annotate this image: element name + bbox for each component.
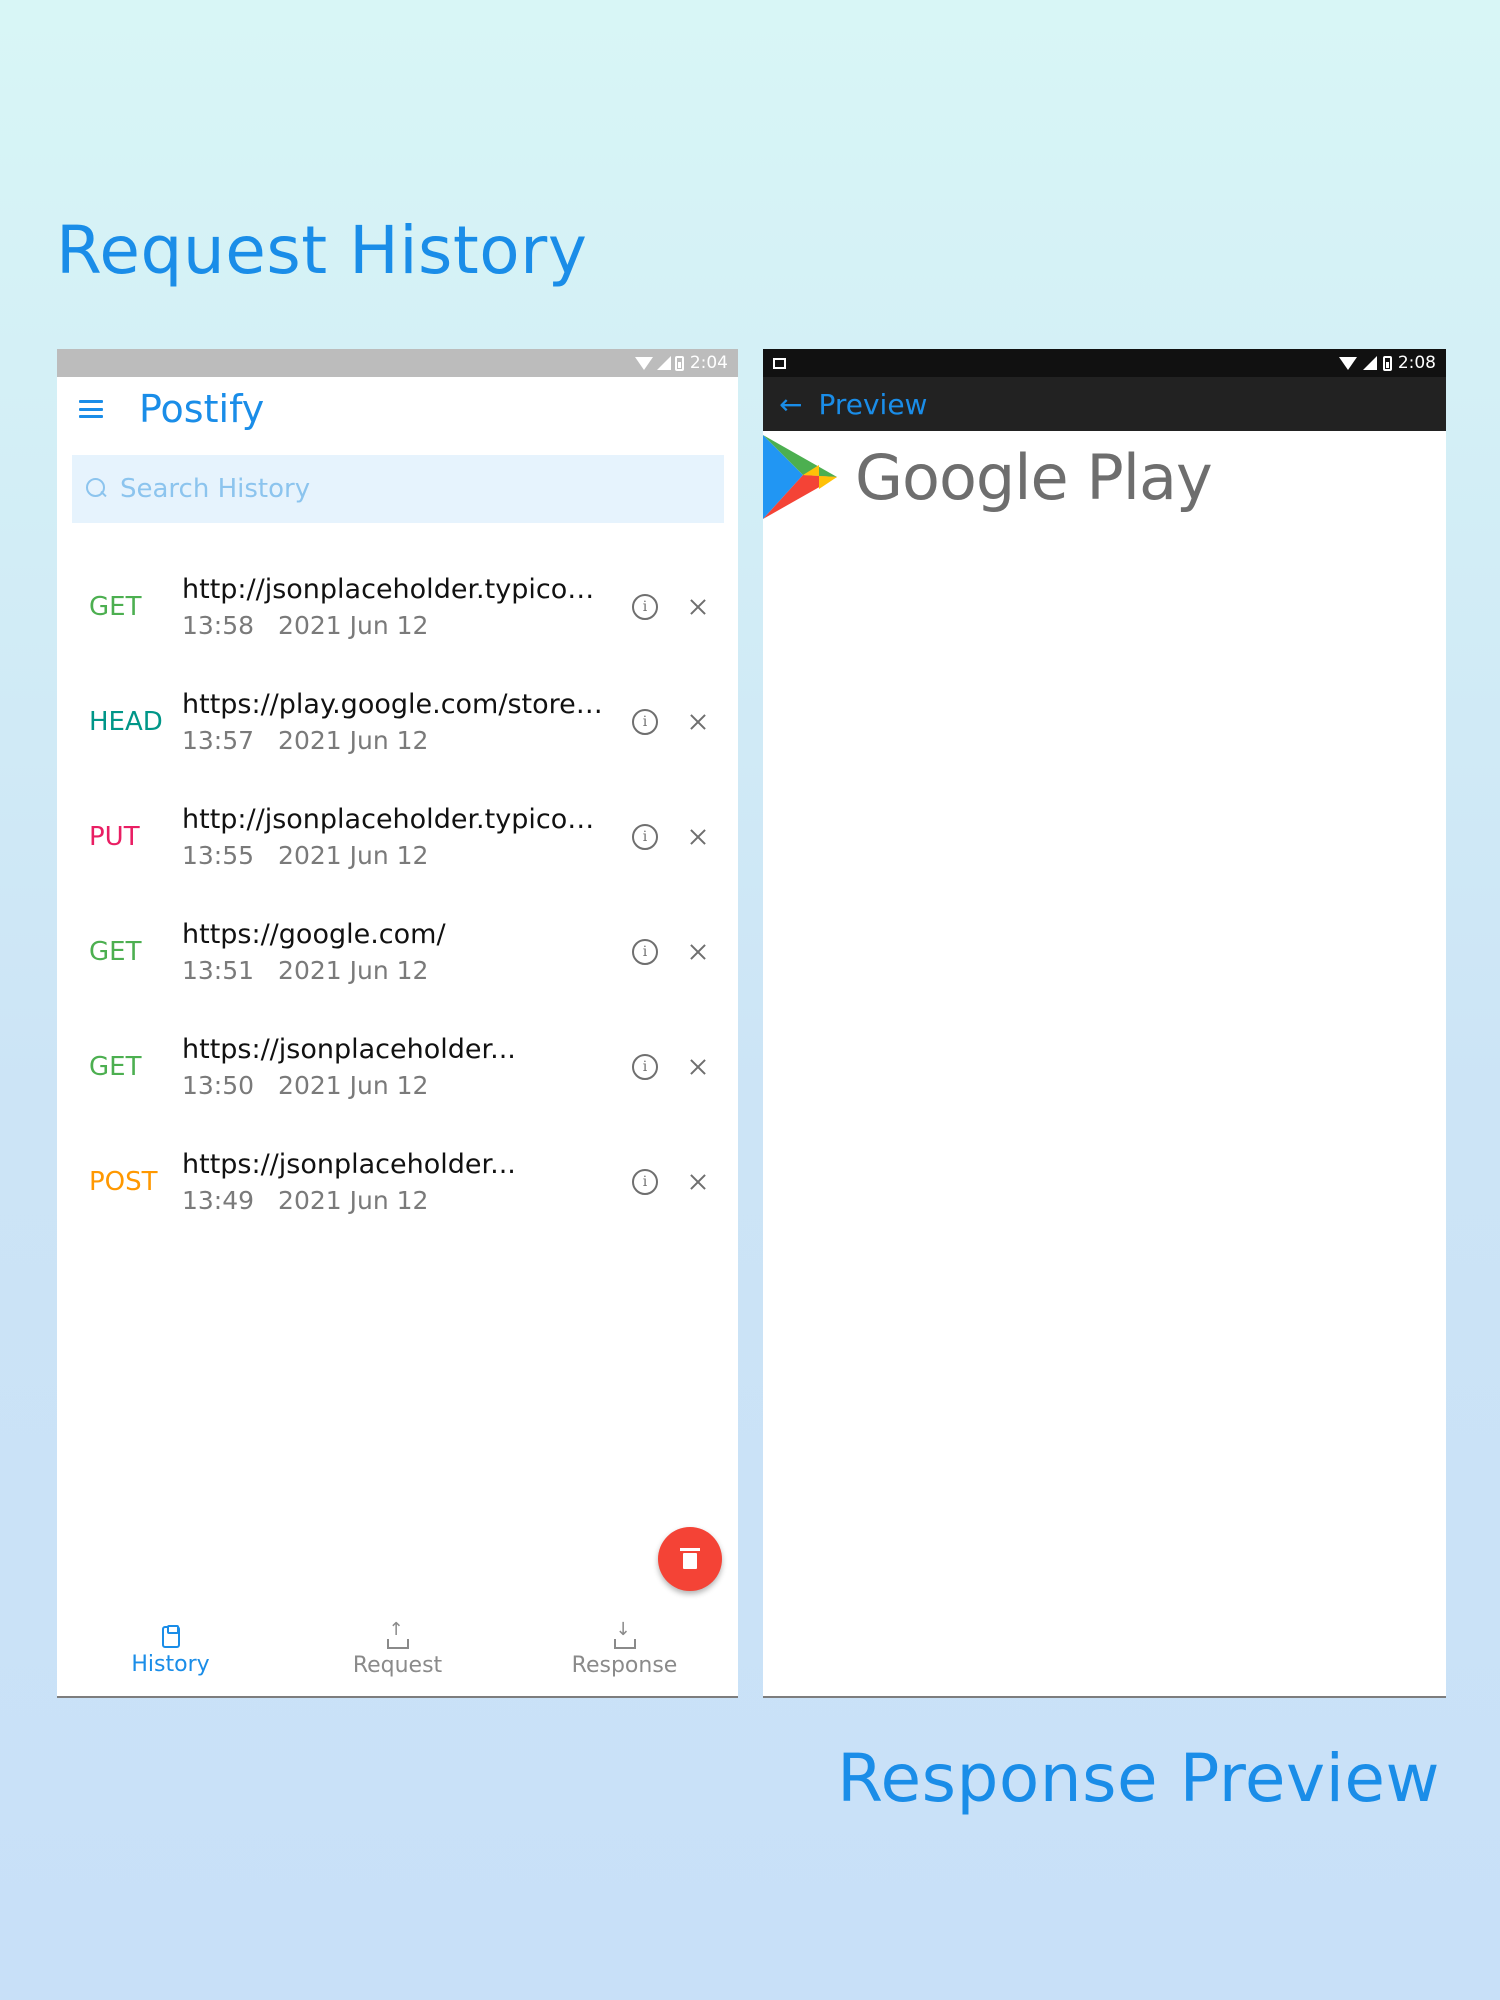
image-notification-icon — [773, 357, 786, 369]
wifi-icon — [1338, 356, 1357, 370]
signal-icon — [1362, 356, 1377, 370]
preview-app-bar: ← Preview — [763, 377, 1446, 431]
request-history-heading: Request History — [56, 212, 588, 289]
status-bar: 2:08 — [763, 349, 1446, 377]
info-icon[interactable]: i — [632, 1053, 658, 1080]
close-icon[interactable] — [687, 1056, 709, 1078]
request-url: https://google.com/ — [182, 918, 446, 950]
method-label: HEAD — [89, 706, 163, 737]
history-screen: 2:04 Postify GET http://jsonplaceholder.… — [57, 349, 738, 1698]
download-icon — [613, 1619, 636, 1649]
method-label: GET — [89, 591, 142, 622]
request-time: 13:51 — [182, 955, 255, 985]
history-list: GET http://jsonplaceholder.typicode.com/… — [57, 549, 738, 1239]
request-time: 13:55 — [182, 840, 255, 870]
status-bar: 2:04 — [57, 349, 738, 377]
back-arrow-icon[interactable]: ← — [779, 388, 802, 421]
nav-response[interactable]: Response — [511, 1606, 738, 1696]
app-title: Postify — [139, 387, 265, 431]
info-icon[interactable]: i — [632, 823, 658, 850]
search-input[interactable] — [120, 474, 660, 504]
history-item[interactable]: POST https://jsonplaceholder... 13:49 202… — [57, 1124, 738, 1239]
nav-label: Response — [571, 1652, 678, 1678]
history-item[interactable]: GET https://jsonplaceholder... 13:50 2021… — [57, 1009, 738, 1124]
request-url: https://play.google.com/store/apps — [182, 688, 610, 720]
nav-history[interactable]: History — [57, 1606, 284, 1696]
method-label: GET — [89, 1051, 142, 1082]
request-time: 13:58 — [182, 610, 255, 640]
request-time: 13:49 — [182, 1185, 255, 1215]
clear-history-button[interactable] — [658, 1527, 722, 1591]
app-bar: Postify — [57, 377, 738, 441]
request-date: 2021 Jun 12 — [278, 725, 429, 755]
history-item[interactable]: GET https://google.com/ 13:51 2021 Jun 12… — [57, 894, 738, 1009]
nav-label: Request — [352, 1652, 443, 1678]
status-time: 2:08 — [1397, 353, 1436, 373]
close-icon[interactable] — [687, 826, 709, 848]
close-icon[interactable] — [687, 1171, 709, 1193]
history-item[interactable]: PUT http://jsonplaceholder.typicode.com/… — [57, 779, 738, 894]
bottom-navigation: History Request Response — [57, 1606, 738, 1696]
google-play-wordmark: Google Play — [855, 440, 1213, 514]
upload-icon — [386, 1619, 409, 1649]
battery-icon — [1382, 355, 1392, 371]
close-icon[interactable] — [687, 941, 709, 963]
wifi-icon — [634, 356, 653, 370]
google-play-logo: Google Play — [763, 431, 1446, 519]
method-label: PUT — [89, 821, 140, 852]
signal-icon — [656, 356, 671, 370]
nav-label: History — [131, 1651, 210, 1677]
request-time: 13:57 — [182, 725, 255, 755]
battery-icon — [674, 355, 684, 371]
request-url: http://jsonplaceholder.typicode.com/post… — [182, 573, 610, 605]
method-label: GET — [89, 936, 142, 967]
request-url: http://jsonplaceholder.typicode.com/post… — [182, 803, 610, 835]
info-icon[interactable]: i — [632, 938, 658, 965]
menu-icon[interactable] — [79, 400, 103, 418]
request-date: 2021 Jun 12 — [278, 840, 429, 870]
info-icon[interactable]: i — [632, 1168, 658, 1195]
preview-title: Preview — [818, 387, 928, 421]
nav-request[interactable]: Request — [284, 1606, 511, 1696]
request-url: https://jsonplaceholder... — [182, 1148, 516, 1180]
request-date: 2021 Jun 12 — [278, 1185, 429, 1215]
trash-icon — [680, 1548, 700, 1569]
status-time: 2:04 — [689, 353, 728, 373]
info-icon[interactable]: i — [632, 593, 658, 620]
method-label: POST — [89, 1166, 158, 1197]
history-item[interactable]: GET http://jsonplaceholder.typicode.com/… — [57, 549, 738, 664]
search-icon — [86, 478, 108, 500]
preview-screen: 2:08 ← Preview Google Play — [763, 349, 1446, 1698]
history-item[interactable]: HEAD https://play.google.com/store/apps … — [57, 664, 738, 779]
close-icon[interactable] — [687, 596, 709, 618]
response-preview-heading: Response Preview — [837, 1740, 1440, 1817]
request-url: https://jsonplaceholder... — [182, 1033, 516, 1065]
clipboard-icon — [161, 1624, 180, 1648]
close-icon[interactable] — [687, 711, 709, 733]
request-date: 2021 Jun 12 — [278, 610, 429, 640]
info-icon[interactable]: i — [632, 708, 658, 735]
request-time: 13:50 — [182, 1070, 255, 1100]
request-date: 2021 Jun 12 — [278, 955, 429, 985]
search-bar[interactable] — [72, 455, 724, 523]
request-date: 2021 Jun 12 — [278, 1070, 429, 1100]
play-triangle-icon — [763, 435, 837, 519]
